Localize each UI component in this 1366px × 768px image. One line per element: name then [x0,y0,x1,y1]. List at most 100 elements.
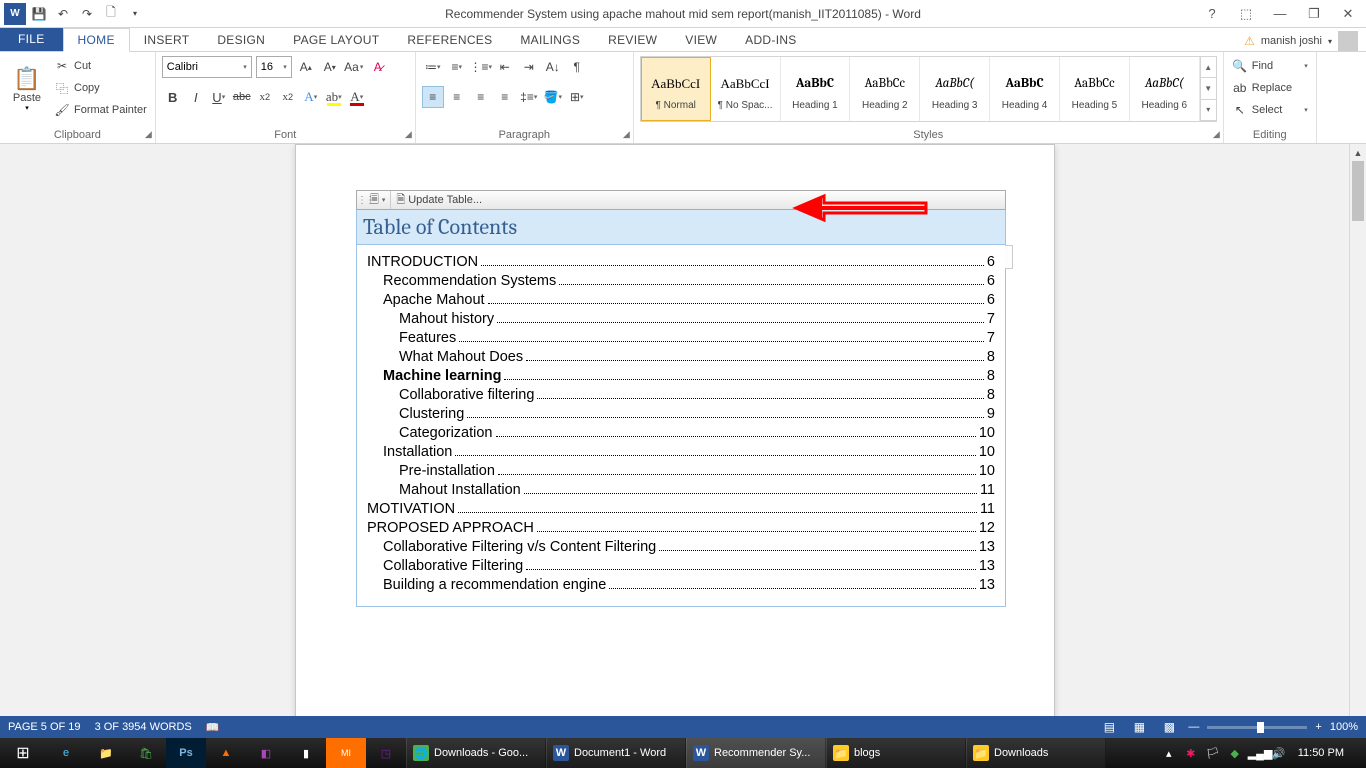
copy-button[interactable]: ⿻Copy [52,78,149,98]
font-name-select[interactable]: Calibri▾ [162,56,252,78]
toc-entry[interactable]: Collaborative filtering8 [367,387,995,403]
toc-entry[interactable]: Categorization10 [367,425,995,441]
tab-design[interactable]: DESIGN [203,29,279,51]
style-item-5[interactable]: AaBbCHeading 4 [990,57,1060,121]
taskbar-app-3[interactable]: 📁blogs [826,738,966,768]
style-item-7[interactable]: AaBbC(Heading 6 [1130,57,1200,121]
redo-icon[interactable]: ↷ [76,3,98,25]
sort-icon[interactable]: A↓ [542,56,564,78]
tray-volume-icon[interactable]: 🔊 [1270,747,1288,760]
change-case-icon[interactable]: Aa [344,57,364,77]
tab-file[interactable]: FILE [0,27,63,51]
close-icon[interactable]: ✕ [1334,4,1362,24]
vertical-scrollbar[interactable]: ▲ ▼ [1349,144,1366,746]
start-button[interactable]: ⊞ [0,738,46,768]
increase-indent-icon[interactable]: ⇥ [518,56,540,78]
multilevel-icon[interactable]: ⋮≡▾ [470,56,492,78]
undo-icon[interactable]: ↶ [52,3,74,25]
status-page[interactable]: PAGE 5 OF 19 [8,721,81,734]
zoom-in-icon[interactable]: + [1315,721,1321,733]
select-button[interactable]: ↖Select▾ [1230,100,1310,120]
scroll-thumb[interactable] [1352,161,1364,221]
toc-entry[interactable]: Collaborative Filtering v/s Content Filt… [367,539,995,555]
tab-view[interactable]: VIEW [671,29,731,51]
paste-button[interactable]: 📋 Paste ▾ [6,56,48,122]
toc-entry[interactable]: INTRODUCTION6 [367,254,995,270]
minimize-icon[interactable]: ― [1266,4,1294,24]
toc-entry[interactable]: Machine learning8 [367,368,995,384]
italic-button[interactable]: I [185,86,207,108]
grow-font-icon[interactable]: A▴ [296,57,316,77]
pinned-ps-icon[interactable]: Ps [166,738,206,768]
format-painter-button[interactable]: 🖌Format Painter [52,100,149,120]
clock[interactable]: 11:50 PM [1292,747,1350,759]
numbering-icon[interactable]: ≡▾ [446,56,468,78]
tray-more-icon[interactable]: ▴ [1160,747,1178,760]
highlight-icon[interactable]: ab▾ [323,86,345,108]
cut-button[interactable]: ✂Cut [52,56,149,76]
toc-entry[interactable]: Recommendation Systems6 [367,273,995,289]
tab-references[interactable]: REFERENCES [393,29,506,51]
user-area[interactable]: ⚠ manish joshi ▾ [1244,31,1366,51]
pinned-explorer-icon[interactable]: 📁 [86,738,126,768]
gallery-more-icon[interactable]: ▾ [1201,100,1216,121]
toc-entry[interactable]: Apache Mahout6 [367,292,995,308]
font-launcher-icon[interactable]: ◢ [405,129,412,140]
tab-page-layout[interactable]: PAGE LAYOUT [279,29,393,51]
ribbon-options-icon[interactable]: ⬚ [1232,4,1260,24]
pinned-store-icon[interactable]: 🛍 [126,738,166,768]
pinned-vlc-icon[interactable]: ▲ [206,738,246,768]
new-doc-icon[interactable]: 🗋 [100,3,122,25]
tray-app2-icon[interactable]: ◆ [1226,747,1244,760]
underline-button[interactable]: U▾ [208,86,230,108]
toc-side-handle[interactable] [1005,245,1013,269]
gallery-up-icon[interactable]: ▲ [1201,57,1216,78]
bold-button[interactable]: B [162,86,184,108]
tray-flag-icon[interactable]: 🏳 [1204,747,1222,760]
toc-entry[interactable]: Collaborative Filtering13 [367,558,995,574]
toc-grip-icon[interactable]: ⋮⋮ [357,195,365,206]
style-item-3[interactable]: AaBbCcHeading 2 [850,57,920,121]
toc-entry[interactable]: Installation10 [367,444,995,460]
toc-entry[interactable]: MOTIVATION11 [367,501,995,517]
toc-entry[interactable]: What Mahout Does8 [367,349,995,365]
pinned-app1-icon[interactable]: ◧ [246,738,286,768]
pinned-ie-icon[interactable]: e [46,738,86,768]
zoom-out-icon[interactable]: ― [1188,721,1199,733]
taskbar-app-1[interactable]: WDocument1 - Word [546,738,686,768]
align-center-icon[interactable]: ≡ [446,86,468,108]
tray-network-icon[interactable]: ▂▄▆ [1248,747,1266,760]
tab-mailings[interactable]: MAILINGS [506,29,594,51]
styles-launcher-icon[interactable]: ◢ [1213,129,1220,140]
taskbar-app-4[interactable]: 📁Downloads [966,738,1106,768]
toc-entry[interactable]: Pre-installation10 [367,463,995,479]
style-item-1[interactable]: AaBbCcI¶ No Spac... [711,57,781,121]
font-color-icon[interactable]: A▾ [346,86,368,108]
tab-insert[interactable]: INSERT [130,29,204,51]
page[interactable]: ⋮⋮ 🗏▾ 🗎Update Table... Table of Contents… [295,144,1055,746]
toc-entry[interactable]: Features7 [367,330,995,346]
status-proofing-icon[interactable]: 📖 [206,721,220,734]
view-web-icon[interactable]: ▩ [1158,718,1180,736]
find-button[interactable]: 🔍Find▾ [1230,56,1310,76]
help-icon[interactable]: ? [1198,4,1226,24]
clear-format-icon[interactable]: A̷ [368,57,388,77]
subscript-button[interactable]: x2 [254,86,276,108]
line-spacing-icon[interactable]: ‡≡▾ [518,86,540,108]
tab-review[interactable]: REVIEW [594,29,671,51]
style-item-0[interactable]: AaBbCcI¶ Normal [641,57,711,121]
align-left-icon[interactable]: ≡ [422,86,444,108]
pinned-app2-icon[interactable]: ◳ [366,738,406,768]
tab-home[interactable]: HOME [63,28,130,52]
superscript-button[interactable]: x2 [277,86,299,108]
toc-entry[interactable]: Mahout history7 [367,311,995,327]
style-item-4[interactable]: AaBbC(Heading 3 [920,57,990,121]
toc-body[interactable]: INTRODUCTION6 Recommendation Systems6 Apac… [356,245,1006,607]
shrink-font-icon[interactable]: A▾ [320,57,340,77]
view-read-icon[interactable]: ▤ [1098,718,1120,736]
zoom-slider[interactable] [1207,726,1307,729]
view-print-icon[interactable]: ▦ [1128,718,1150,736]
toc-menu-button[interactable]: 🗏▾ [365,191,391,209]
replace-button[interactable]: abReplace [1230,78,1310,98]
gallery-down-icon[interactable]: ▼ [1201,78,1216,99]
